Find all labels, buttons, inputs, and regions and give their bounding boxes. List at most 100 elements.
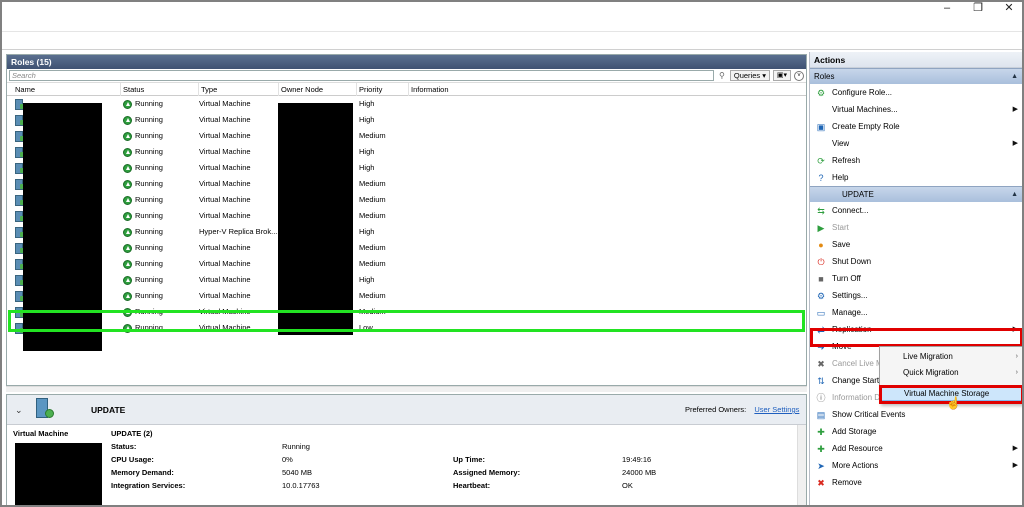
row-status: Running — [123, 112, 199, 128]
collapse-chevron-icon[interactable]: ⌄ — [15, 405, 23, 416]
row-type: Virtual Machine — [199, 323, 251, 332]
running-icon — [123, 259, 132, 269]
settings-icon: ⚙ — [816, 291, 826, 301]
action-settings[interactable]: ⚙ Settings... — [810, 287, 1022, 304]
row-type: Virtual Machine — [199, 275, 251, 284]
table-row[interactable]: Running Virtual Machine High — [7, 112, 806, 128]
table-row[interactable]: UPDATERunningVirtual MachineMedium — [7, 304, 806, 320]
table-row[interactable]: Running Virtual Machine Medium — [7, 288, 806, 304]
action-label: Configure Role... — [832, 88, 893, 97]
refresh-icon: ⟳ — [817, 156, 825, 166]
expand-icon[interactable]: ˅ — [794, 70, 804, 81]
save-query-button[interactable]: ▣▾ — [773, 70, 791, 81]
col-priority[interactable]: Priority — [357, 83, 409, 96]
row-status-text: Running — [135, 323, 163, 332]
action-label: Virtual Machines... — [832, 105, 898, 114]
table-row[interactable]: Running Virtual Machine Medium — [7, 256, 806, 272]
table-row[interactable]: Running Hyper-V Replica Brok... High — [7, 224, 806, 240]
table-row[interactable]: Running Virtual Machine Low — [7, 320, 806, 336]
app-window: – ❐ ✕ Roles (15) Search ⚲ Queries ▾ ▣▾ ˅… — [0, 0, 1024, 507]
action-shut-down[interactable]: ⏻ Shut Down — [810, 253, 1022, 270]
quick-migration-label: Quick Migration — [903, 368, 959, 377]
action-add-storage[interactable]: ✚ Add Storage — [810, 423, 1022, 440]
action-help[interactable]: ? Help — [810, 169, 1022, 186]
collapse-triangle-icon[interactable]: ▲ — [1011, 69, 1018, 85]
horizontal-scrollbar[interactable] — [6, 386, 807, 392]
row-priority: High — [359, 115, 375, 124]
restore-icon[interactable]: ❐ — [963, 2, 993, 16]
action-view[interactable]: View ▶ — [810, 135, 1022, 152]
row-status: Running — [123, 176, 199, 192]
details-pane: ⌄ UPDATE Preferred Owners: User Settings… — [6, 394, 807, 505]
row-priority: Medium — [359, 179, 386, 188]
action-replication[interactable]: ⇄ Replication ▶ — [810, 321, 1022, 338]
action-label: Add Storage — [832, 427, 877, 436]
action-remove[interactable]: ✖ Remove — [810, 474, 1022, 491]
submenu-arrow-icon: ▶ — [1012, 106, 1018, 113]
action-show-critical-events[interactable]: ▤ Show Critical Events — [810, 406, 1022, 423]
heartbeat-value: OK — [622, 481, 633, 490]
user-settings-link[interactable]: User Settings — [754, 405, 799, 414]
action-label: Start — [832, 223, 849, 232]
details-title: UPDATE — [91, 405, 126, 415]
table-row[interactable]: Running Virtual Machine Medium — [7, 208, 806, 224]
action-virtual-machines[interactable]: Virtual Machines... ▶ — [810, 101, 1022, 118]
running-icon — [123, 147, 132, 157]
chevron-right-icon: › — [1015, 369, 1018, 376]
minimize-icon[interactable]: – — [932, 2, 962, 16]
events-icon: ▤ — [816, 410, 826, 420]
action-more-actions[interactable]: ➤ More Actions ▶ — [810, 457, 1022, 474]
col-information[interactable]: Information — [409, 83, 806, 96]
action-connect[interactable]: ⇆ Connect... — [810, 202, 1022, 219]
row-type: Virtual Machine — [199, 195, 251, 204]
row-type: Virtual Machine — [199, 147, 251, 156]
table-row[interactable]: Running Virtual Machine High — [7, 96, 806, 112]
preferred-owners: Preferred Owners: User Settings — [685, 405, 799, 414]
row-priority: High — [359, 227, 375, 236]
table-row[interactable]: Running Virtual Machine Medium — [7, 128, 806, 144]
roles-section-header[interactable]: Roles ▲ — [810, 68, 1022, 84]
submenu-quick-migration[interactable]: Quick Migration › — [880, 365, 1022, 381]
col-type[interactable]: Type — [199, 83, 279, 96]
add-resource-icon: ✚ — [817, 444, 825, 454]
submenu-live-migration[interactable]: Live Migration › — [880, 349, 1022, 365]
table-row[interactable]: Running Virtual Machine Medium — [7, 192, 806, 208]
table-row[interactable]: Running Virtual Machine High — [7, 144, 806, 160]
search-icon[interactable]: ⚲ — [717, 71, 727, 80]
action-save[interactable]: ● Save — [810, 236, 1022, 253]
submenu-arrow-icon: ▶ — [1012, 140, 1018, 147]
action-manage[interactable]: ▭ Manage... — [810, 304, 1022, 321]
actions-title: Actions — [810, 52, 1022, 68]
running-icon — [123, 307, 132, 317]
row-type: Virtual Machine — [199, 243, 251, 252]
collapse-triangle-icon[interactable]: ▲ — [1011, 187, 1018, 203]
action-label: Refresh — [832, 156, 861, 165]
table-row[interactable]: Running Virtual Machine High — [7, 160, 806, 176]
table-row[interactable]: Running Virtual Machine Medium — [7, 240, 806, 256]
row-type: Virtual Machine — [199, 115, 251, 124]
search-input[interactable]: Search — [9, 70, 714, 81]
action-start[interactable]: ▶ Start — [810, 219, 1022, 236]
queries-button[interactable]: Queries ▾ — [729, 70, 770, 81]
action-create-empty-role[interactable]: ▣ Create Empty Role — [810, 118, 1022, 135]
table-row[interactable]: Running Virtual Machine High — [7, 272, 806, 288]
table-row[interactable]: Running Virtual Machine Medium — [7, 176, 806, 192]
action-refresh[interactable]: ⟳ Refresh — [810, 152, 1022, 169]
row-status: Running — [123, 240, 199, 256]
connect-icon: ⇆ — [817, 206, 825, 216]
action-add-resource[interactable]: ✚ Add Resource ▶ — [810, 440, 1022, 457]
col-name[interactable]: Name — [13, 83, 121, 96]
col-owner-node[interactable]: Owner Node — [279, 83, 357, 96]
submenu-arrow-icon: ▶ — [1012, 445, 1018, 452]
vm-section-header[interactable]: UPDATE ▲ — [810, 186, 1022, 202]
more-actions-icon: ➤ — [817, 461, 825, 471]
running-icon — [123, 211, 132, 221]
remove-icon: ✖ — [817, 478, 825, 488]
details-scrollbar[interactable] — [797, 425, 806, 505]
action-configure-role[interactable]: ⚙ Configure Role... — [810, 84, 1022, 101]
row-type: Virtual Machine — [199, 259, 251, 268]
close-icon[interactable]: ✕ — [994, 2, 1022, 16]
col-status[interactable]: Status — [121, 83, 199, 96]
memdemand-value: 5040 MB — [282, 468, 313, 477]
action-turn-off[interactable]: ■ Turn Off — [810, 270, 1022, 287]
